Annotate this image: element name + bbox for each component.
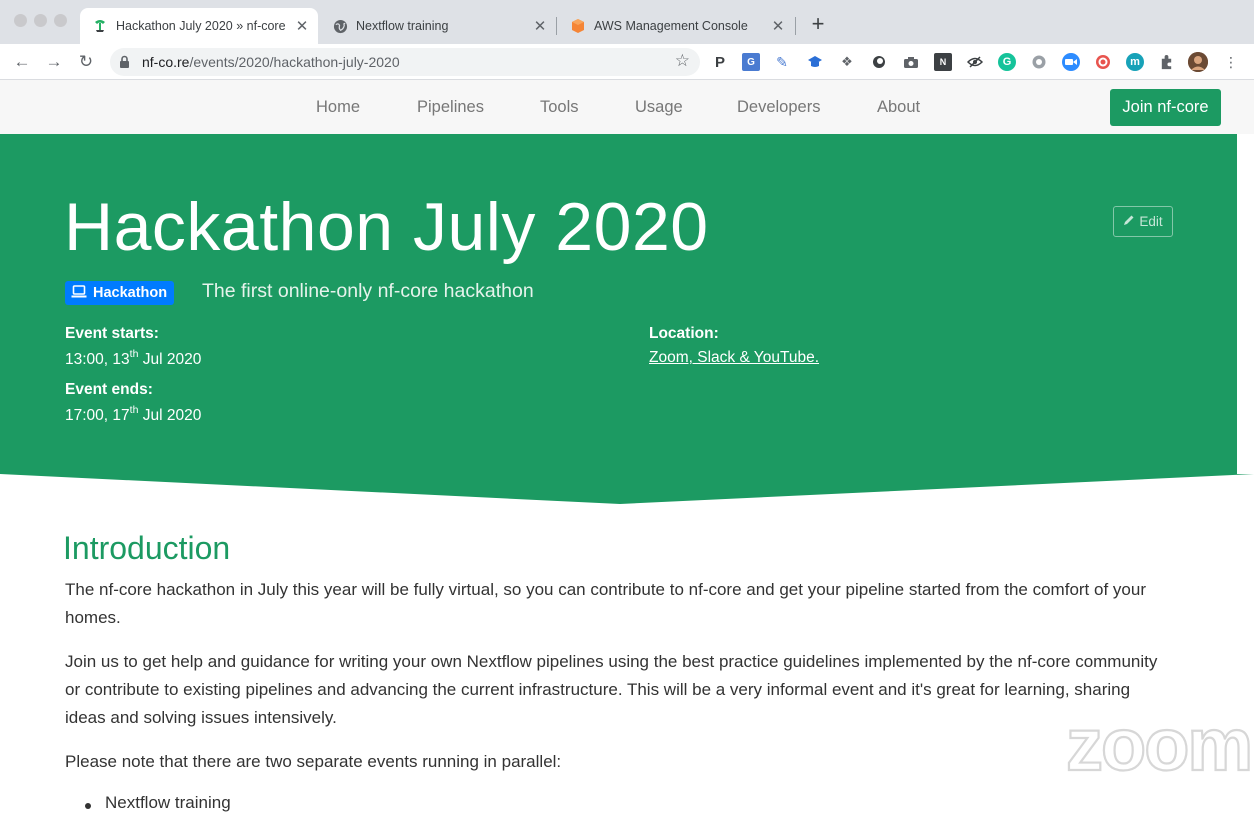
tab-hackathon[interactable]: Hackathon July 2020 » nf-core ✕ [80,8,318,44]
browser-tab-strip: Hackathon July 2020 » nf-core ✕ Nextflow… [0,0,1254,44]
tab-title: Hackathon July 2020 » nf-core [116,19,286,33]
intro-paragraph-2: Join us to get help and guidance for wri… [65,652,1158,727]
extensions-icon[interactable] [1157,53,1175,71]
translate-icon[interactable]: G [742,53,760,71]
event-title: Hackathon July 2020 [64,189,709,265]
introduction-heading: Introduction [63,530,231,566]
event-starts-value: 13:00, 13th Jul 2020 [65,348,202,369]
event-ends-label: Event ends: [65,381,153,398]
gear-icon[interactable] [1030,53,1048,71]
profile-avatar[interactable] [1188,52,1208,72]
tab-nextflow-training[interactable]: Nextflow training ✕ [320,8,556,44]
event-type-badge: Hackathon [65,281,175,305]
event-starts-label: Event starts: [65,325,159,342]
circle-icon[interactable] [870,53,888,71]
bookmark-star-icon[interactable]: ☆ [675,51,690,71]
browser-toolbar: ← → ↻ nf-co.re/events/2020/hackathon-jul… [0,44,1254,80]
list-item: Nextflow training [85,793,231,813]
edit-label: Edit [1139,214,1163,229]
location-link[interactable]: Zoom, Slack & YouTube. [649,349,819,367]
window-maximize-button[interactable] [54,14,67,27]
nav-link-pipelines[interactable]: Pipelines [417,98,484,117]
notebook-icon[interactable]: N [934,53,952,71]
event-subtitle: The first online-only nf-core hackathon [202,280,534,302]
watermark-text: zoom [1066,712,1251,776]
intro-paragraph-1: The nf-core hackathon in July this year … [65,580,1146,627]
nav-link-home[interactable]: Home [316,98,360,117]
grammarly-icon[interactable]: G [998,53,1016,71]
tab-title: Nextflow training [356,19,449,33]
nav-link-usage[interactable]: Usage [635,98,683,117]
edit-button[interactable]: Edit [1113,206,1173,237]
close-icon[interactable]: ✕ [768,17,788,35]
window-close-button[interactable] [14,14,27,27]
new-tab-button[interactable]: + [806,12,830,36]
window-minimize-button[interactable] [34,14,47,27]
site-navbar: Home Pipelines Tools Usage Developers Ab… [0,80,1254,134]
back-arrow-icon[interactable]: ← [10,50,34,74]
nav-link-about[interactable]: About [877,98,920,117]
close-icon[interactable]: ✕ [292,17,312,35]
url-text: nf-co.re/events/2020/hackathon-july-2020 [142,54,400,70]
join-nf-core-button[interactable]: Join nf-core [1110,89,1221,126]
laptop-icon [71,284,87,302]
forward-arrow-icon[interactable]: → [42,50,66,74]
tab-aws-console[interactable]: AWS Management Console ✕ [558,8,794,44]
globe-icon [332,18,348,34]
url-host: nf-co.re [142,54,190,70]
pencil-icon [1123,214,1135,229]
tab-title: AWS Management Console [594,19,748,33]
close-icon[interactable]: ✕ [530,17,550,35]
reload-icon[interactable]: ↻ [74,50,98,74]
nf-core-favicon-icon [92,18,108,34]
url-path: /events/2020/hackathon-july-2020 [189,54,400,70]
more-menu-icon[interactable]: ⋮ [1224,53,1238,71]
badge-label: Hackathon [93,285,168,301]
m-icon[interactable]: m [1126,53,1144,71]
target-icon[interactable] [1094,53,1112,71]
zoom-watermark: zoom [1064,702,1254,787]
eye-slash-icon[interactable] [966,53,984,71]
intro-paragraph-3: Please note that there are two separate … [65,752,562,771]
events-list: Nextflow training [85,793,231,813]
puzzle-extension-icon[interactable]: P [711,53,729,71]
pen-icon[interactable]: ✎ [773,53,791,71]
nav-link-tools[interactable]: Tools [540,98,579,117]
graduation-cap-icon[interactable] [806,53,824,71]
lock-icon [119,55,130,74]
zoom-icon[interactable] [1062,53,1080,71]
location-label: Location: [649,325,719,342]
event-ends-value: 17:00, 17th Jul 2020 [65,404,202,425]
address-bar[interactable]: nf-co.re/events/2020/hackathon-july-2020… [110,48,700,76]
dropbox-icon[interactable]: ❖ [838,53,856,71]
camera-icon[interactable] [902,53,920,71]
aws-cube-icon [570,18,586,34]
nav-link-developers[interactable]: Developers [737,98,820,117]
